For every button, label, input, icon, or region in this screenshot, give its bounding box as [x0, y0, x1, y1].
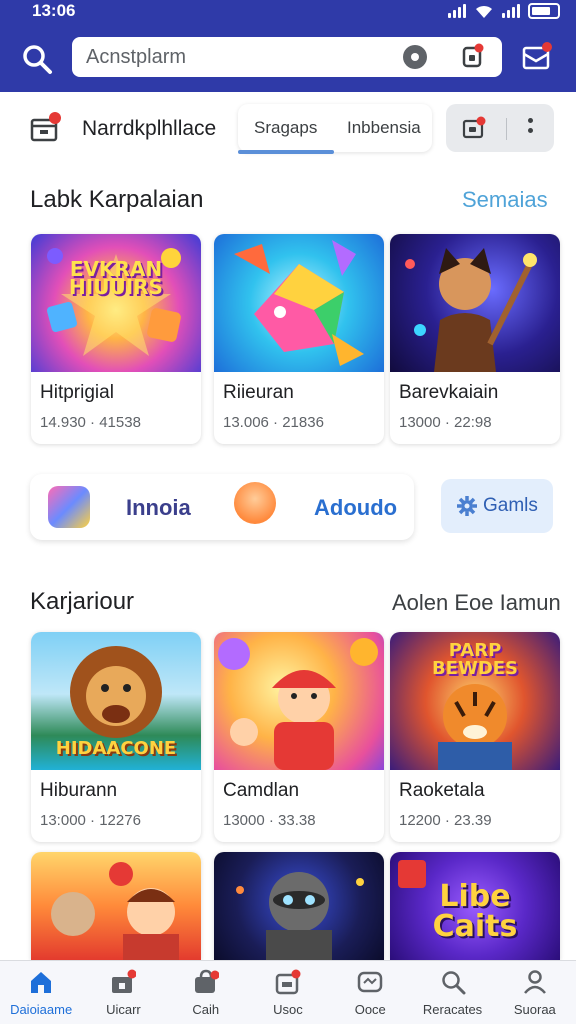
game-thumbnail — [390, 234, 560, 372]
home-icon — [31, 972, 52, 993]
section-title-1: Labk Karpalaian — [30, 186, 204, 213]
card-title: Hitprigial — [40, 382, 114, 403]
card-meta: 13:000 · 12276 — [40, 812, 141, 829]
active-tab-indicator — [238, 150, 334, 154]
tab-sragaps[interactable]: Sragaps — [254, 118, 317, 138]
thumbnail-title: PARP BEWDES — [431, 640, 519, 679]
game-thumbnail: EVKRAN HIUUIRS — [31, 234, 201, 372]
game-thumbnail: PARP BEWDES — [390, 632, 560, 770]
game-card[interactable]: EVKRAN HIUUIRS Hitprigial 14.930 · 41538 — [31, 234, 201, 444]
puzzle-icon — [48, 486, 90, 528]
divider — [506, 118, 507, 140]
sparkle-art — [46, 248, 181, 356]
status-bar: 13:06 — [0, 0, 576, 24]
nav-profile[interactable]: Suoraa — [494, 961, 576, 1024]
notification-box-icon[interactable] — [462, 43, 484, 69]
toolbar-actions — [446, 104, 554, 152]
card-title: Barevkaiain — [399, 382, 499, 403]
game-card[interactable]: PARP BEWDES Raoketala 12200 · 23.39 — [390, 632, 560, 842]
see-all-link-2[interactable]: Aolen Eoe Iamun — [392, 590, 561, 616]
search-bar[interactable] — [72, 37, 502, 77]
nav-label: Usoc — [273, 1002, 303, 1017]
card-meta: 13.006 · 21836 — [223, 414, 324, 431]
status-time: 13:06 — [32, 1, 76, 20]
wifi-icon — [476, 5, 492, 19]
character-icon — [234, 482, 276, 524]
more-vert-icon[interactable] — [526, 116, 534, 140]
marketplace-toolbar: Narrdkplhllace Sragaps Inbbensia — [20, 100, 556, 158]
game-thumbnail — [214, 632, 384, 770]
signal-icon — [448, 4, 466, 18]
thumbnail-title: Libe Caits — [432, 879, 518, 944]
kids-art — [51, 862, 179, 960]
game-thumbnail: HIDAACONE — [31, 632, 201, 770]
nav-label: Caih — [192, 1002, 220, 1017]
card-meta: 13000 · 33.38 — [223, 812, 316, 829]
game-card[interactable] — [31, 852, 201, 960]
see-all-link-1[interactable]: Semaias — [462, 187, 548, 213]
raccoon-art — [236, 872, 364, 960]
nav-label: Ooce — [354, 1002, 386, 1017]
game-thumbnail — [214, 852, 384, 960]
game-card[interactable]: Riieuran 13.006 · 21836 — [214, 234, 384, 444]
card-meta: 14.930 · 41538 — [40, 414, 141, 431]
status-icons — [448, 3, 560, 19]
gear-icon — [457, 496, 477, 516]
nav-label: Uicarr — [106, 1002, 141, 1017]
profile-icon — [523, 970, 546, 994]
search-icon[interactable] — [20, 42, 54, 76]
search-input[interactable] — [86, 45, 386, 69]
nav-chat[interactable]: Ooce — [329, 961, 411, 1024]
card-meta: 13000 · 22:98 — [399, 414, 492, 431]
nav-bag[interactable]: Caih — [165, 961, 247, 1024]
nav-store[interactable]: Uicarr — [82, 961, 164, 1024]
nav-label: Suoraa — [513, 1002, 556, 1017]
game-thumbnail: Libe Caits — [390, 852, 560, 960]
games-button[interactable]: Gamls — [441, 479, 553, 533]
bottom-navigation: Daioiaame Uicarr Caih Usoc Ooce Reracate… — [0, 960, 576, 1024]
message-box-icon[interactable] — [462, 116, 486, 140]
nav-inbox[interactable]: Usoc — [247, 961, 329, 1024]
card-meta: 12200 · 23.39 — [399, 812, 492, 829]
thumbnail-title: EVKRAN HIUUIRS — [69, 257, 163, 299]
inbox-icon — [275, 969, 301, 995]
card-title: Hiburann — [40, 780, 118, 801]
nav-search[interactable]: Reracates — [411, 961, 493, 1024]
chat-icon — [358, 971, 383, 993]
record-icon[interactable] — [403, 45, 427, 69]
store-icon — [112, 969, 137, 993]
section-title-2: Karjariour — [30, 588, 135, 615]
tab-group: Sragaps Inbbensia — [238, 104, 432, 154]
battery-icon — [528, 3, 560, 19]
bag-icon — [194, 969, 219, 993]
thumbnail-title: HIDAACONE — [55, 738, 177, 759]
tab-inbbensia[interactable]: Inbbensia — [347, 118, 421, 138]
card-title: Riieuran — [223, 382, 294, 403]
signal-icon-2 — [502, 4, 520, 18]
kid-art — [218, 638, 378, 770]
card-title: Raoketala — [399, 780, 485, 801]
nav-label: Daioiaame — [10, 1002, 73, 1017]
blocks-art — [234, 240, 364, 366]
category-innoia[interactable]: Innoia — [126, 495, 191, 521]
nav-home[interactable]: Daioiaame — [0, 961, 82, 1024]
game-card[interactable]: Camdlan 13000 · 33.38 — [214, 632, 384, 842]
game-card[interactable]: Libe Caits — [390, 852, 560, 960]
game-card[interactable]: HIDAACONE Hiburann 13:000 · 12276 — [31, 632, 201, 842]
store-icon[interactable] — [28, 110, 62, 144]
card-title: Camdlan — [223, 780, 300, 801]
app-header: 13:06 — [0, 0, 576, 92]
game-card[interactable]: Barevkaiain 13000 · 22:98 — [390, 234, 560, 444]
game-card[interactable] — [214, 852, 384, 960]
character-art — [405, 248, 537, 372]
game-thumbnail — [31, 852, 201, 960]
page-title: Narrdkplhllace — [82, 117, 217, 140]
nav-label: Reracates — [422, 1002, 483, 1017]
category-chips: Innoia Adoudo — [30, 474, 414, 540]
games-label: Gamls — [483, 495, 538, 516]
search-icon — [441, 971, 466, 995]
category-adoudo[interactable]: Adoudo — [314, 495, 397, 521]
mail-icon[interactable] — [522, 42, 552, 72]
game-thumbnail — [214, 234, 384, 372]
